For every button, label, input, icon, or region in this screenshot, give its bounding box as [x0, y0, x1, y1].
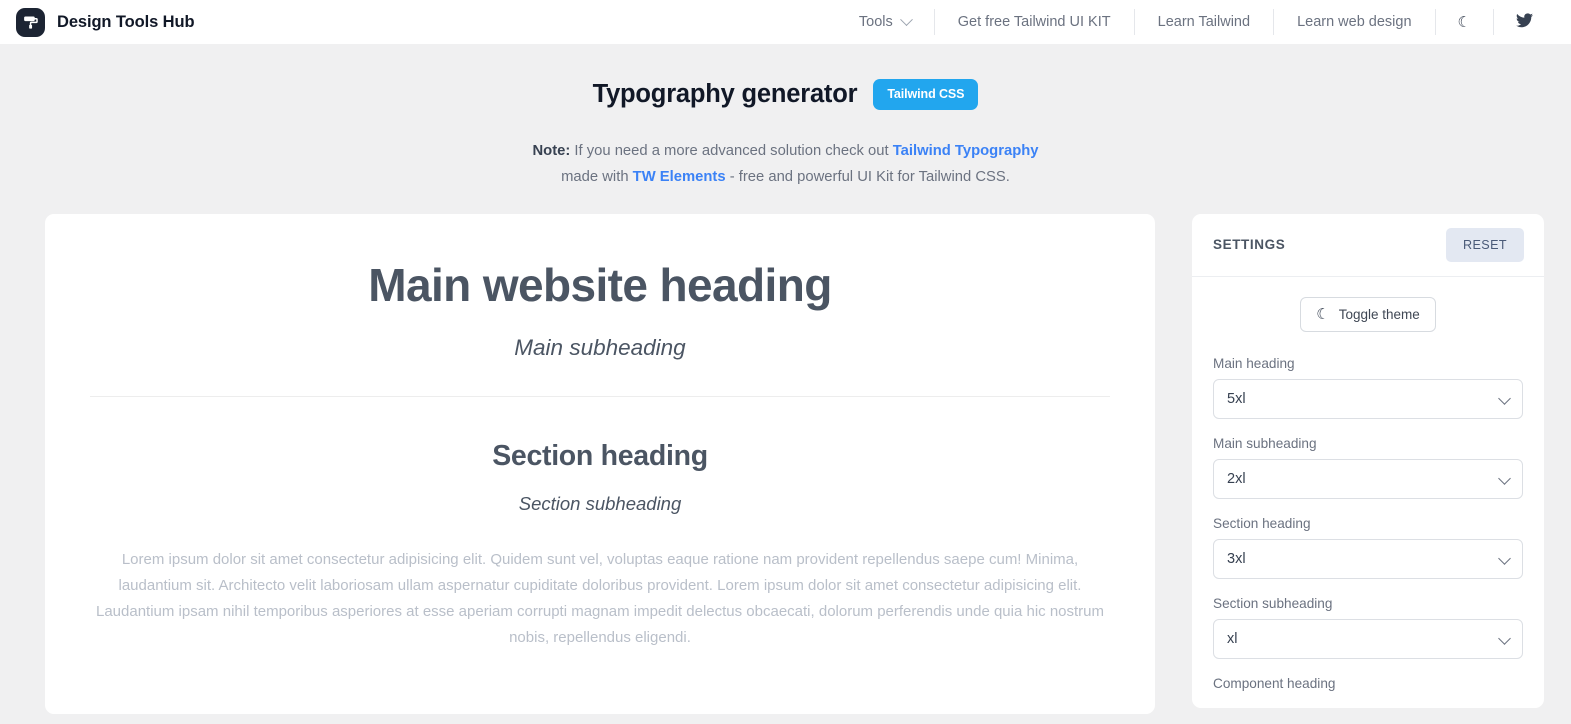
- main-heading-size-select[interactable]: 5xl: [1213, 378, 1523, 419]
- nav-item-label: Learn Tailwind: [1157, 14, 1251, 30]
- settings-panel: SETTINGS RESET ☾ Toggle theme Main headi…: [1192, 213, 1544, 708]
- reset-button[interactable]: RESET: [1446, 227, 1524, 262]
- preview-main-subheading: Main subheading: [514, 335, 686, 361]
- preview-section-subheading: Section subheading: [518, 493, 682, 515]
- main-content: Main website heading Main subheading Sec…: [0, 190, 1571, 714]
- settings-title: SETTINGS: [1213, 237, 1286, 252]
- note-text: Note: If you need a more advanced soluti…: [0, 138, 1571, 190]
- select-wrapper: xl: [1213, 618, 1523, 659]
- field-label: Main heading: [1213, 355, 1295, 371]
- nav-item-learn-tailwind[interactable]: Learn Tailwind: [1135, 9, 1275, 35]
- nav-item-label: Get free Tailwind UI KIT: [957, 14, 1111, 30]
- note-line2-text: made with: [561, 168, 633, 185]
- field-main-heading: Main heading 5xl: [1213, 356, 1523, 419]
- nav-item-learn-web-design[interactable]: Learn web design: [1274, 9, 1436, 35]
- settings-body: ☾ Toggle theme Main heading 5xl Main sub…: [1192, 277, 1544, 691]
- brand-title: Design Tools Hub: [57, 12, 195, 31]
- note-label: Note:: [532, 142, 571, 159]
- page-title: Typography generator: [592, 79, 858, 108]
- preview-section-heading: Section heading: [492, 440, 708, 473]
- moon-icon: ☾: [1457, 13, 1471, 31]
- field-section-heading: Section heading 3xl: [1213, 516, 1523, 579]
- paint-roller-icon: [16, 7, 45, 37]
- note-line2-suffix: - free and powerful UI Kit for Tailwind …: [725, 168, 1010, 185]
- select-wrapper: 5xl: [1213, 378, 1523, 419]
- field-section-subheading: Section subheading xl: [1213, 596, 1523, 659]
- tw-elements-link[interactable]: TW Elements: [633, 169, 726, 185]
- settings-header: SETTINGS RESET: [1192, 214, 1544, 277]
- note-line1-text: If you need a more advanced solution che…: [570, 142, 893, 159]
- toggle-theme-label: Toggle theme: [1338, 306, 1420, 322]
- twitter-bird-icon: [1516, 12, 1533, 32]
- preview-main-heading: Main website heading: [368, 258, 832, 311]
- title-row: Typography generator Tailwind CSS: [0, 79, 1571, 110]
- section-heading-size-select[interactable]: 3xl: [1213, 538, 1523, 579]
- nav-item-tools[interactable]: Tools: [836, 9, 935, 35]
- select-wrapper: 3xl: [1213, 538, 1523, 579]
- toggle-theme-button[interactable]: ☾ Toggle theme: [1300, 296, 1436, 332]
- preview-divider: [90, 396, 1110, 398]
- tailwind-css-badge[interactable]: Tailwind CSS: [873, 79, 979, 110]
- field-label: Section subheading: [1213, 595, 1333, 611]
- moon-icon: ☾: [1316, 305, 1330, 323]
- field-label: Main subheading: [1213, 435, 1317, 451]
- field-main-subheading: Main subheading 2xl: [1213, 436, 1523, 499]
- typography-preview-card: Main website heading Main subheading Sec…: [45, 213, 1155, 714]
- nav-links: Tools Get free Tailwind UI KIT Learn Tai…: [836, 0, 1555, 44]
- tailwind-typography-link[interactable]: Tailwind Typography: [893, 143, 1039, 159]
- field-label: Section heading: [1213, 515, 1311, 531]
- nav-item-get-free-kit[interactable]: Get free Tailwind UI KIT: [935, 9, 1135, 35]
- preview-body-copy: Lorem ipsum dolor sit amet consectetur a…: [95, 551, 1105, 647]
- theme-toggle-button[interactable]: ☾: [1436, 9, 1494, 35]
- nav-item-label: Tools: [858, 14, 893, 30]
- select-wrapper: 2xl: [1213, 458, 1523, 499]
- top-navbar: Design Tools Hub Tools Get free Tailwind…: [0, 0, 1571, 44]
- chevron-down-icon: [899, 12, 913, 26]
- field-label: Component heading: [1213, 675, 1336, 691]
- field-component-heading: Component heading: [1213, 676, 1523, 691]
- theme-toggle-row: ☾ Toggle theme: [1213, 296, 1523, 332]
- page-header-section: Typography generator Tailwind CSS Note: …: [0, 44, 1571, 190]
- section-subheading-size-select[interactable]: xl: [1213, 618, 1523, 659]
- nav-item-label: Learn web design: [1297, 14, 1412, 30]
- brand[interactable]: Design Tools Hub: [16, 7, 195, 37]
- main-subheading-size-select[interactable]: 2xl: [1213, 458, 1523, 499]
- twitter-link[interactable]: [1494, 9, 1555, 35]
